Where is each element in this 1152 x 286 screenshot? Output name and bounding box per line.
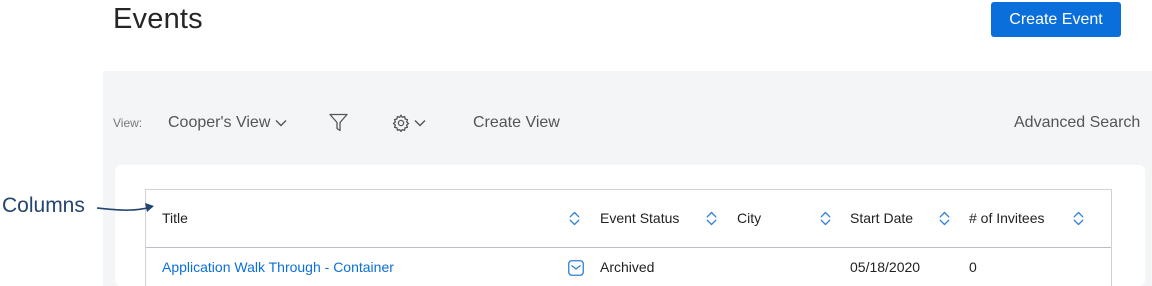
- table-header: Title Event Status City Start Date # of …: [146, 190, 1111, 248]
- page-title: Events: [113, 3, 203, 35]
- chevron-down-icon: [414, 119, 426, 127]
- start-date-cell: 05/18/2020: [850, 259, 921, 275]
- column-header-event-status[interactable]: Event Status: [600, 210, 679, 226]
- view-selector[interactable]: Cooper's View: [168, 112, 287, 134]
- advanced-search-link[interactable]: Advanced Search: [1014, 112, 1140, 134]
- sort-icon[interactable]: [1073, 211, 1084, 226]
- annotation-arrow: [96, 203, 154, 212]
- view-label-container: View:: [113, 112, 142, 134]
- invitees-cell: 0: [969, 259, 977, 275]
- current-view-label: Cooper's View: [168, 114, 271, 131]
- events-table: Title Event Status City Start Date # of …: [145, 189, 1112, 286]
- filter-button[interactable]: [329, 112, 348, 134]
- gear-icon: [392, 114, 410, 132]
- column-header-title[interactable]: Title: [162, 210, 188, 226]
- columns-annotation-label: Columns: [2, 194, 85, 217]
- column-header-city[interactable]: City: [737, 210, 761, 226]
- event-status-cell: Archived: [600, 259, 655, 275]
- settings-menu-button[interactable]: [392, 112, 426, 134]
- column-header-invitees[interactable]: # of Invitees: [969, 210, 1045, 226]
- chevron-down-icon: [275, 119, 287, 127]
- filter-icon: [329, 113, 348, 133]
- sort-icon[interactable]: [706, 211, 717, 226]
- create-view-link[interactable]: Create View: [473, 112, 560, 134]
- view-label: View:: [113, 116, 143, 130]
- event-title-link[interactable]: Application Walk Through - Container: [162, 259, 394, 275]
- create-event-button[interactable]: Create Event: [991, 2, 1121, 37]
- column-header-start-date[interactable]: Start Date: [850, 210, 913, 226]
- sort-icon[interactable]: [820, 211, 831, 226]
- sort-icon[interactable]: [939, 211, 950, 226]
- sort-icon[interactable]: [569, 211, 580, 226]
- envelope-icon[interactable]: [568, 260, 584, 276]
